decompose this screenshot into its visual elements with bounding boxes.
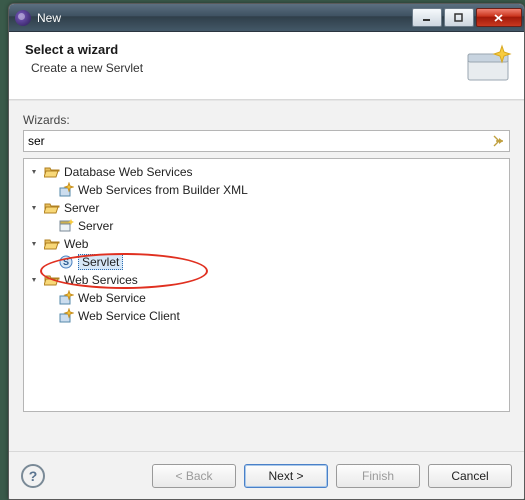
help-button[interactable]: ? — [21, 464, 45, 488]
svg-text:S: S — [63, 257, 69, 267]
new-wizard-icon — [464, 40, 512, 88]
banner-subtitle: Create a new Servlet — [31, 61, 510, 75]
tree-item-label: Server — [64, 201, 99, 215]
filter-input[interactable] — [23, 130, 510, 152]
minimize-button[interactable] — [412, 8, 442, 27]
folder-open-icon — [44, 236, 60, 252]
tree-item[interactable]: Server — [24, 217, 509, 235]
titlebar[interactable]: New — [9, 4, 524, 32]
close-button[interactable] — [476, 8, 522, 27]
tree-category[interactable]: Web — [24, 235, 509, 253]
folder-open-icon — [44, 164, 60, 180]
tree-item-label: Web Services from Builder XML — [78, 183, 248, 197]
folder-open-icon — [44, 200, 60, 216]
expander-icon[interactable] — [30, 166, 42, 178]
finish-button[interactable]: Finish — [336, 464, 420, 488]
wizard-ws-icon — [58, 182, 74, 198]
wizard-ws-icon — [58, 290, 74, 306]
wizard-tree[interactable]: Database Web Services Web Services from B… — [23, 158, 510, 412]
back-button[interactable]: < Back — [152, 464, 236, 488]
tree-item[interactable]: Web Service — [24, 289, 509, 307]
tree-item-label: Server — [78, 219, 113, 233]
tree-category[interactable]: Database Web Services — [24, 163, 509, 181]
wizard-body: Wizards: Database Web Services Web Servic… — [9, 100, 524, 451]
banner-title: Select a wizard — [25, 42, 510, 57]
button-bar: ? < Back Next > Finish Cancel — [9, 451, 524, 499]
filter-label: Wizards: — [23, 113, 510, 127]
tree-category[interactable]: Web Services — [24, 271, 509, 289]
eclipse-icon — [15, 10, 31, 26]
wizard-banner: Select a wizard Create a new Servlet — [9, 32, 524, 100]
tree-item[interactable]: S Servlet — [24, 253, 509, 271]
tree-item[interactable]: Web Service Client — [24, 307, 509, 325]
tree-item-label: Web Service Client — [78, 309, 180, 323]
maximize-button[interactable] — [444, 8, 474, 27]
cancel-button[interactable]: Cancel — [428, 464, 512, 488]
tree-item-label: Database Web Services — [64, 165, 193, 179]
tree-item-label: Web Service — [78, 291, 146, 305]
expander-icon[interactable] — [30, 202, 42, 214]
expander-icon[interactable] — [30, 238, 42, 250]
wizard-ws-icon — [58, 308, 74, 324]
tree-item-label: Web — [64, 237, 88, 251]
tree-item-label: Web Services — [64, 273, 138, 287]
window-title: New — [37, 11, 410, 25]
servlet-icon: S — [58, 254, 74, 270]
window-controls — [410, 8, 522, 27]
tree-item-label: Servlet — [78, 254, 123, 270]
clear-filter-icon[interactable] — [490, 133, 506, 149]
tree-category[interactable]: Server — [24, 199, 509, 217]
server-icon — [58, 218, 74, 234]
next-button[interactable]: Next > — [244, 464, 328, 488]
folder-open-icon — [44, 272, 60, 288]
tree-item[interactable]: Web Services from Builder XML — [24, 181, 509, 199]
dialog-window: New Select a wizard Create a new Servlet… — [8, 3, 525, 500]
expander-icon[interactable] — [30, 274, 42, 286]
